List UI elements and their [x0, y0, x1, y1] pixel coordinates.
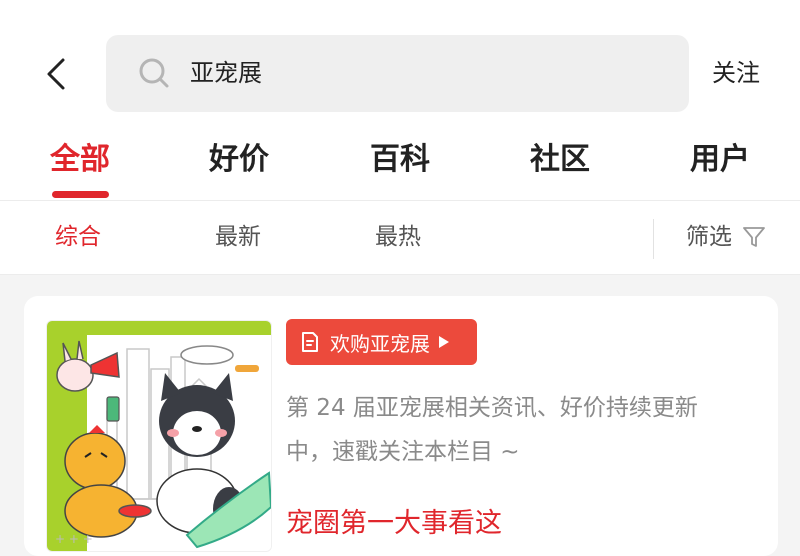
tab-wiki[interactable]: 百科: [370, 138, 430, 182]
sort-newest[interactable]: 最新: [215, 219, 261, 255]
filter-divider: [653, 219, 654, 259]
topic-title: 宠圈第一大事看这: [286, 508, 502, 539]
sort-filter-bar: 综合 最新 最热 筛选: [0, 200, 800, 275]
tab-users[interactable]: 用户: [690, 138, 750, 182]
svg-text:+ + +: + + +: [55, 532, 93, 546]
topic-description: 第 24 届亚宠展相关资讯、好价持续更新中，速戳关注本栏目 ~: [286, 395, 698, 465]
top-bar: 亚宠展 关注 全部 好价 百科 社区 用户: [0, 0, 800, 200]
follow-button[interactable]: 关注: [712, 55, 760, 91]
active-tab-indicator: [52, 191, 109, 198]
sort-comprehensive[interactable]: 综合: [55, 219, 101, 255]
tab-community[interactable]: 社区: [530, 138, 590, 182]
search-query-text: 亚宠展: [190, 59, 262, 87]
chevron-left-icon: [47, 58, 65, 90]
topic-card[interactable]: + + + 欢购亚宠展 第 24 届亚宠展相关资讯、好价持续更新中，速戳关注本栏…: [24, 296, 778, 556]
back-button[interactable]: [38, 52, 74, 96]
document-icon: [302, 332, 318, 352]
play-icon: [439, 336, 449, 348]
tab-all[interactable]: 全部: [50, 138, 110, 182]
search-icon: [139, 58, 169, 88]
search-input[interactable]: 亚宠展: [106, 35, 689, 112]
tab-deals[interactable]: 好价: [209, 138, 269, 182]
event-tag-label: 欢购亚宠展: [330, 331, 430, 356]
filter-button[interactable]: 筛选: [686, 219, 766, 255]
filter-label: 筛选: [686, 224, 732, 250]
event-tag-button[interactable]: 欢购亚宠展: [286, 319, 477, 365]
topic-cover-image: + + +: [46, 320, 272, 552]
sort-hottest[interactable]: 最热: [375, 219, 421, 255]
filter-icon: [743, 227, 765, 247]
